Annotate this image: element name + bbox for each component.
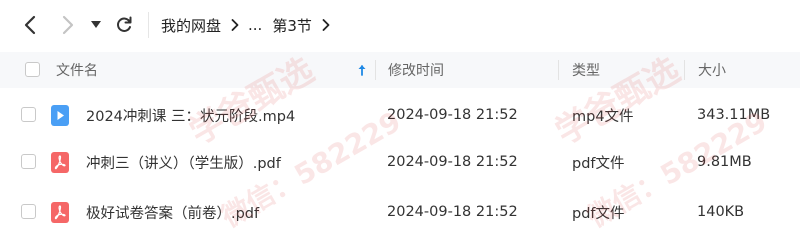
column-header-size[interactable]: 大小 [698, 52, 726, 88]
chevron-left-icon [24, 15, 36, 35]
row-checkbox[interactable] [21, 107, 36, 122]
file-row[interactable]: 2024冲刺课 三：状元阶段.mp4 2024-09-18 21:52 mp4文… [0, 90, 800, 140]
file-size: 140KB [697, 204, 745, 220]
breadcrumb-separator-icon [231, 19, 239, 31]
file-type: pdf文件 [572, 205, 625, 222]
refresh-button[interactable] [112, 13, 136, 37]
breadcrumb-item-ellipsis[interactable]: ... [248, 16, 262, 34]
file-type: pdf文件 [572, 155, 625, 172]
column-header-name[interactable]: 文件名 [56, 52, 98, 88]
breadcrumb-item-root[interactable]: 我的网盘 [161, 15, 221, 36]
file-row[interactable]: 极好试卷答案（前卷）.pdf 2024-09-18 21:52 pdf文件 14… [0, 187, 800, 237]
forward-button[interactable] [56, 13, 80, 37]
caret-down-icon [91, 21, 101, 28]
history-dropdown-button[interactable] [88, 17, 104, 33]
breadcrumb-item-current[interactable]: 第3节 [272, 15, 312, 36]
pdf-file-icon [51, 152, 69, 173]
file-row[interactable]: 冲刺三（讲义）（学生版）.pdf 2024-09-18 21:52 pdf文件 … [0, 137, 800, 187]
video-file-icon [51, 105, 69, 126]
file-modified: 2024-09-18 21:52 [387, 107, 518, 123]
file-type: mp4文件 [572, 108, 634, 125]
file-modified: 2024-09-18 21:52 [387, 154, 518, 170]
back-button[interactable] [18, 13, 42, 37]
file-name[interactable]: 2024冲刺课 三：状元阶段.mp4 [86, 90, 295, 140]
refresh-icon [117, 16, 132, 32]
row-checkbox[interactable] [21, 154, 36, 169]
breadcrumb-separator-icon [322, 19, 330, 31]
arrow-up-icon[interactable] [357, 52, 367, 88]
breadcrumb: 我的网盘 ... 第3节 [161, 14, 339, 36]
top-navigation-bar: 我的网盘 ... 第3节 [0, 0, 800, 50]
file-modified: 2024-09-18 21:52 [387, 204, 518, 220]
chevron-right-icon [62, 15, 74, 35]
select-all-checkbox[interactable] [25, 62, 40, 77]
column-divider[interactable] [684, 60, 685, 80]
row-checkbox[interactable] [21, 204, 36, 219]
file-size: 343.11MB [697, 107, 771, 123]
file-name[interactable]: 冲刺三（讲义）（学生版）.pdf [86, 137, 281, 187]
column-header-type[interactable]: 类型 [572, 52, 600, 88]
toolbar-divider [148, 12, 149, 38]
column-header-modified[interactable]: 修改时间 [388, 52, 444, 88]
column-divider[interactable] [375, 60, 376, 80]
file-name[interactable]: 极好试卷答案（前卷）.pdf [86, 187, 259, 237]
column-divider[interactable] [558, 60, 559, 80]
pdf-file-icon [51, 202, 69, 223]
file-size: 9.81MB [697, 154, 752, 170]
file-list-header: 文件名 修改时间 类型 大小 [0, 52, 800, 88]
